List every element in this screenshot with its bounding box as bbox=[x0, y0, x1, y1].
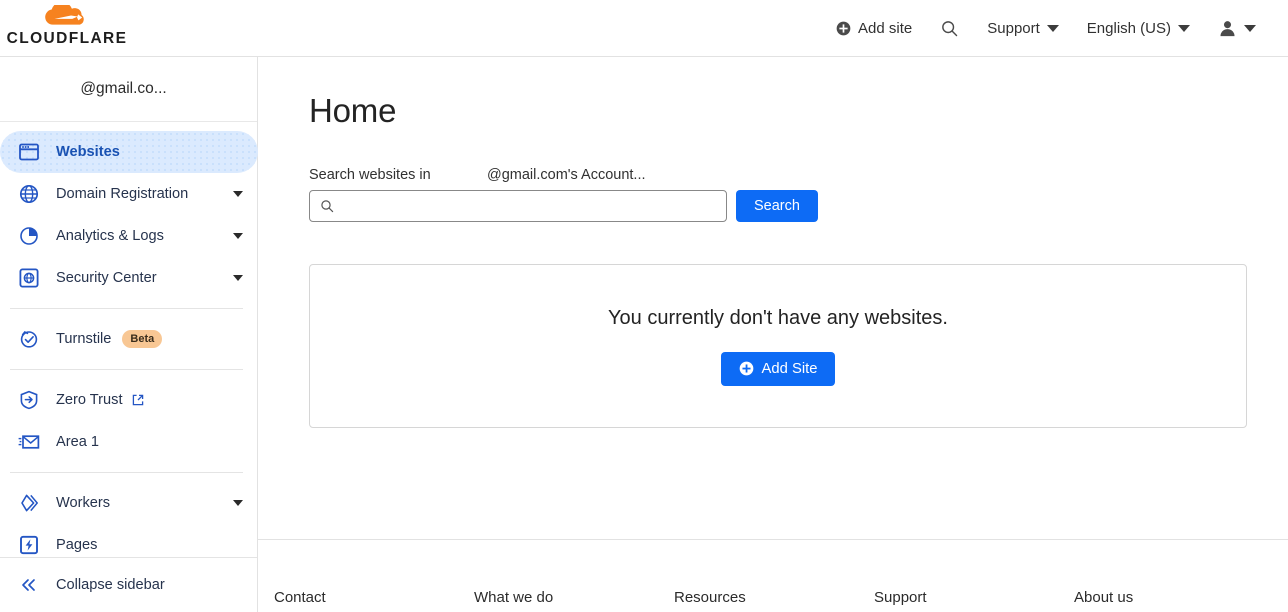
chevron-down-icon[interactable] bbox=[233, 275, 243, 281]
cloudflare-wordmark: CLOUDFLARE bbox=[6, 30, 128, 47]
language-menu-label: English (US) bbox=[1086, 20, 1171, 37]
footer-columns: Contact What we do Resources Support Abo… bbox=[274, 589, 1274, 606]
sidebar-item-domain-registration[interactable]: Domain Registration bbox=[0, 173, 257, 215]
footer-column-about-us[interactable]: About us bbox=[1074, 589, 1274, 606]
pie-chart-icon bbox=[18, 225, 40, 247]
add-site-nav-label: Add site bbox=[858, 20, 913, 37]
support-menu[interactable]: Support bbox=[973, 0, 1073, 57]
external-link-icon bbox=[132, 394, 143, 406]
plus-circle-icon bbox=[836, 21, 851, 36]
sidebar-divider bbox=[10, 308, 243, 309]
search-icon bbox=[942, 21, 958, 37]
account-scope-label: @gmail.com's Account... bbox=[487, 167, 646, 183]
envelope-icon bbox=[18, 431, 40, 453]
cloudflare-cloud-logo bbox=[45, 5, 84, 25]
top-header: CLOUDFLARE Add site Support English (US) bbox=[0, 0, 1288, 57]
sidebar-item-label: Turnstile bbox=[56, 331, 112, 347]
sidebar-item-turnstile[interactable]: Turnstile Beta bbox=[0, 318, 257, 360]
language-menu[interactable]: English (US) bbox=[1073, 0, 1204, 57]
support-menu-label: Support bbox=[987, 20, 1040, 37]
sidebar-item-zero-trust[interactable]: Zero Trust bbox=[0, 379, 257, 421]
sidebar-item-label: Security Center bbox=[56, 270, 157, 286]
sidebar-divider bbox=[10, 472, 243, 473]
zero-trust-shield-icon bbox=[18, 389, 40, 411]
beta-badge: Beta bbox=[122, 330, 163, 348]
add-site-button[interactable]: Add Site bbox=[720, 351, 836, 386]
double-chevron-left-icon bbox=[18, 578, 40, 592]
chevron-down-icon bbox=[1046, 25, 1059, 32]
search-websites-label: Search websites in bbox=[309, 167, 431, 183]
sidebar-item-label: Workers bbox=[56, 495, 111, 511]
sidebar-item-label: Pages bbox=[56, 537, 98, 553]
search-button[interactable]: Search bbox=[736, 190, 818, 222]
sidebar-item-label: Analytics & Logs bbox=[56, 228, 164, 244]
sidebar-nav-list: Websites Domain Registration Analytics &… bbox=[0, 122, 258, 566]
user-account-menu[interactable] bbox=[1204, 0, 1270, 57]
user-avatar-icon bbox=[1220, 21, 1235, 37]
footer-column-support[interactable]: Support bbox=[874, 589, 1074, 606]
account-name-label: @gmail.co... bbox=[80, 80, 167, 97]
sidebar-item-security-center[interactable]: Security Center bbox=[0, 257, 257, 299]
add-site-button-label: Add Site bbox=[761, 360, 818, 377]
websites-empty-state-card: You currently don't have any websites. A… bbox=[309, 264, 1247, 428]
website-search-row: Search bbox=[309, 190, 818, 222]
search-input-wrapper[interactable] bbox=[309, 190, 727, 222]
global-search-button[interactable] bbox=[926, 0, 973, 57]
page-footer: Contact What we do Resources Support Abo… bbox=[258, 539, 1288, 612]
search-input[interactable] bbox=[334, 191, 716, 221]
sidebar-divider bbox=[10, 369, 243, 370]
workers-diamond-icon bbox=[18, 492, 40, 514]
plus-circle-icon bbox=[739, 361, 753, 376]
chevron-down-icon[interactable] bbox=[233, 233, 243, 239]
empty-state-message: You currently don't have any websites. bbox=[608, 306, 948, 329]
sidebar-item-label: Zero Trust bbox=[56, 392, 123, 408]
sidebar-item-area-1[interactable]: Area 1 bbox=[0, 421, 257, 463]
sidebar-item-label: Domain Registration bbox=[56, 186, 189, 202]
sidebar-item-label: Area 1 bbox=[56, 434, 99, 450]
account-name[interactable]: @gmail.co... bbox=[0, 57, 257, 122]
top-nav: Add site Support English (US) bbox=[822, 0, 1270, 57]
chevron-down-icon[interactable] bbox=[233, 500, 243, 506]
footer-column-resources[interactable]: Resources bbox=[674, 589, 874, 606]
chevron-down-icon bbox=[1244, 25, 1256, 32]
page-title: Home bbox=[309, 92, 397, 129]
main-content: Home Search websites in @gmail.com's Acc… bbox=[258, 57, 1288, 539]
collapse-sidebar-button[interactable]: Collapse sidebar bbox=[0, 557, 257, 612]
chevron-down-icon bbox=[1178, 25, 1190, 32]
sidebar-item-analytics-logs[interactable]: Analytics & Logs bbox=[0, 215, 257, 257]
sidebar-item-label: Websites bbox=[56, 144, 120, 160]
browser-window-icon bbox=[18, 141, 40, 163]
globe-icon bbox=[18, 183, 40, 205]
search-icon bbox=[321, 200, 334, 213]
search-scope-row: Search websites in @gmail.com's Account.… bbox=[309, 167, 646, 183]
sidebar-item-workers[interactable]: Workers bbox=[0, 482, 257, 524]
sidebar-item-websites[interactable]: Websites bbox=[0, 131, 258, 173]
footer-column-contact[interactable]: Contact bbox=[274, 589, 474, 606]
chevron-down-icon[interactable] bbox=[233, 191, 243, 197]
add-site-nav-button[interactable]: Add site bbox=[822, 0, 926, 57]
cloudflare-logo[interactable]: CLOUDFLARE bbox=[7, 5, 126, 50]
collapse-sidebar-label: Collapse sidebar bbox=[56, 577, 165, 593]
security-shield-icon bbox=[18, 267, 40, 289]
turnstile-check-icon bbox=[18, 328, 40, 350]
sidebar: @gmail.co... Websites Domain Registratio… bbox=[0, 57, 258, 612]
footer-column-what-we-do[interactable]: What we do bbox=[474, 589, 674, 606]
pages-bolt-icon bbox=[18, 534, 40, 556]
